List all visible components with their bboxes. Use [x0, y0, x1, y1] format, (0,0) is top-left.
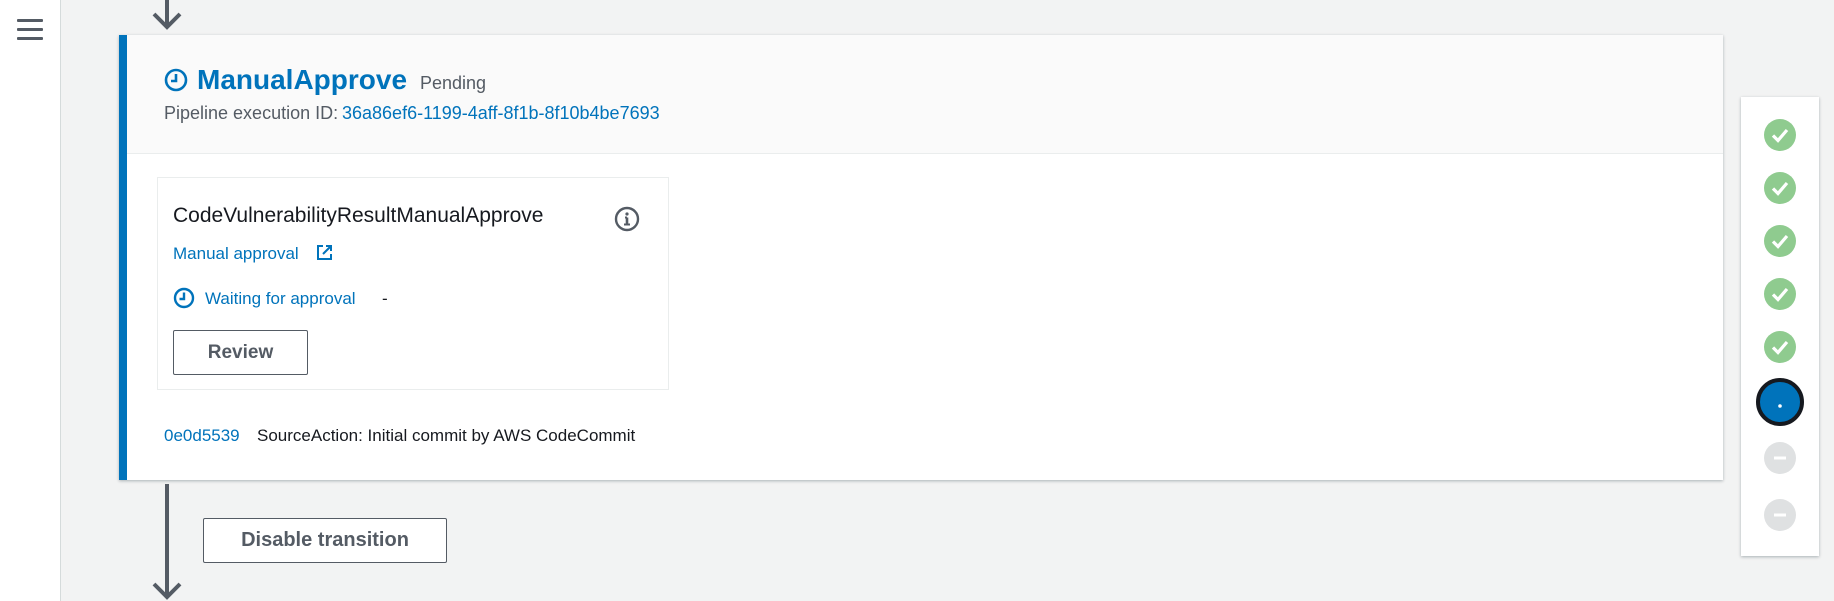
stage-nav-item[interactable] — [1764, 119, 1796, 151]
stage-nav-item[interactable] — [1764, 278, 1796, 310]
stage-header: ManualApprove Pending Pipeline execution… — [127, 35, 1723, 154]
action-name: CodeVulnerabilityResultManualApprove — [173, 204, 544, 227]
stage-nav-item[interactable] — [1764, 172, 1796, 204]
check-icon — [1771, 181, 1789, 196]
stage-status: Pending — [420, 73, 487, 93]
stage-nav-item[interactable] — [1764, 331, 1796, 363]
external-link-icon[interactable] — [316, 244, 333, 261]
stage-card: ManualApprove Pending Pipeline execution… — [119, 35, 1723, 480]
disable-transition-button[interactable]: Disable transition — [203, 518, 447, 563]
hamburger-icon[interactable] — [17, 19, 43, 41]
check-icon — [1771, 340, 1789, 355]
left-navigation-rail — [0, 0, 61, 601]
check-icon — [1771, 287, 1789, 302]
stage-title: ManualApprove — [197, 64, 408, 95]
execution-id-label: Pipeline execution ID: — [164, 103, 339, 123]
action-card: CodeVulnerabilityResultManualApprove Man… — [157, 177, 669, 390]
current-dot-icon — [1778, 404, 1782, 408]
clock-icon — [173, 287, 195, 309]
stage-nav-item[interactable] — [1764, 442, 1796, 474]
status-detail: - — [382, 289, 388, 308]
check-icon — [1771, 234, 1789, 249]
commit-id-link[interactable]: 0e0d5539 — [164, 426, 240, 446]
waiting-for-approval-link[interactable]: Waiting for approval — [205, 289, 356, 309]
commit-message: SourceAction: Initial commit by AWS Code… — [257, 426, 636, 445]
stage-navigator — [1741, 97, 1819, 556]
check-icon — [1771, 128, 1789, 143]
stage-nav-item[interactable] — [1764, 225, 1796, 257]
info-icon[interactable] — [614, 206, 640, 232]
transition-arrow-icon — [152, 484, 182, 600]
clock-icon — [164, 68, 188, 92]
arrow-down-icon — [152, 0, 182, 30]
stage-nav-item[interactable] — [1764, 499, 1796, 531]
minus-icon — [1774, 456, 1786, 460]
minus-icon — [1774, 513, 1786, 517]
review-button[interactable]: Review — [173, 330, 308, 375]
stage-nav-item-current[interactable] — [1756, 378, 1804, 426]
execution-id-link[interactable]: 36a86ef6-1199-4aff-8f1b-8f10b4be7693 — [342, 103, 660, 124]
manual-approval-link[interactable]: Manual approval — [173, 244, 299, 264]
